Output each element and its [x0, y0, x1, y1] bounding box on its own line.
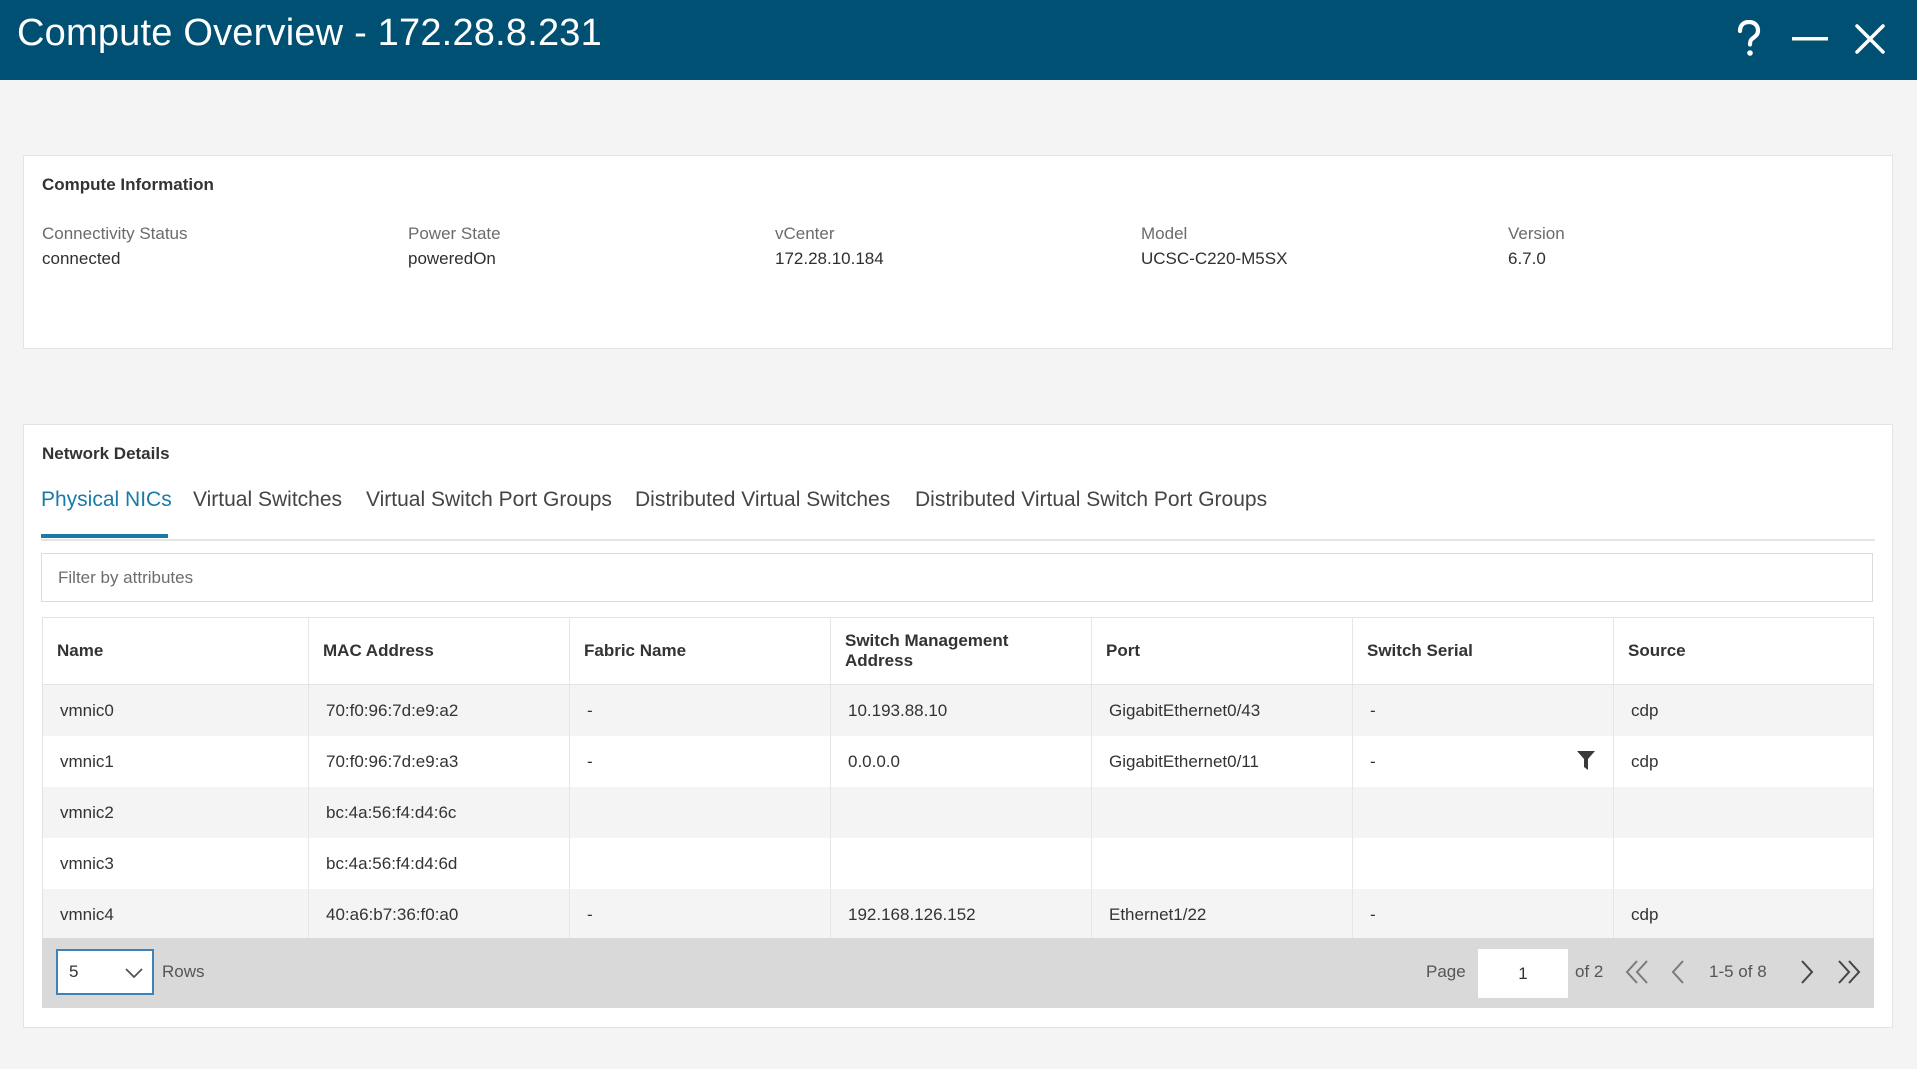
cell-switch-management-address: 0.0.0.0: [831, 736, 1092, 787]
cell-switch-management-address: [831, 838, 1092, 889]
table-row[interactable]: vmnic2 bc:4a:56:f4:d4:6c: [43, 787, 1873, 838]
cell-fabric-name: -: [570, 736, 831, 787]
info-label: Connectivity Status: [42, 224, 188, 243]
cell-name: vmnic3: [43, 838, 309, 889]
info-vcenter: vCenter 172.28.10.184: [775, 224, 884, 269]
next-page-icon[interactable]: [1792, 956, 1822, 988]
info-value: UCSC-C220-M5SX: [1141, 249, 1288, 268]
table-row[interactable]: vmnic3 bc:4a:56:f4:d4:6d: [43, 838, 1873, 889]
cell-switch-serial-with-filter: -: [1353, 736, 1614, 787]
cell-fabric-name: -: [570, 685, 831, 736]
cell-port: [1092, 838, 1353, 889]
filter-icon[interactable]: [1577, 751, 1595, 776]
cell-mac-address: 70:f0:96:7d:e9:a2: [309, 685, 570, 736]
title-bar: Compute Overview - 172.28.8.231: [0, 0, 1917, 80]
cell-switch-serial: -: [1370, 751, 1376, 771]
info-value: poweredOn: [408, 249, 496, 268]
cell-switch-management-address: [831, 787, 1092, 838]
rows-per-page-select[interactable]: 5: [56, 949, 154, 995]
cell-port: GigabitEthernet0/11: [1092, 736, 1353, 787]
cell-switch-management-address: 10.193.88.10: [831, 685, 1092, 736]
cell-fabric-name: -: [570, 889, 831, 940]
first-page-icon[interactable]: [1622, 956, 1652, 988]
table-header-row: Name MAC Address Fabric Name Switch Mana…: [43, 618, 1873, 685]
tab-virtual-switches[interactable]: Virtual Switches: [193, 488, 342, 512]
cell-source: cdp: [1631, 751, 1659, 771]
info-model: Model UCSC-C220-M5SX: [1141, 224, 1287, 269]
column-header-switch-management-address[interactable]: Switch Management Address: [831, 618, 1092, 684]
physical-nics-table: Name MAC Address Fabric Name Switch Mana…: [42, 617, 1874, 941]
active-tab-indicator: [41, 534, 168, 538]
cell-switch-serial: [1353, 787, 1614, 838]
close-icon[interactable]: [1845, 14, 1895, 64]
cell-port: [1092, 787, 1353, 838]
cell-mac-address: bc:4a:56:f4:d4:6c: [309, 787, 570, 838]
network-tabs: Physical NICs Virtual Switches Virtual S…: [41, 482, 1875, 541]
table-row[interactable]: vmnic1 70:f0:96:7d:e9:a3 - 0.0.0.0 Gigab…: [43, 736, 1873, 787]
info-label: vCenter: [775, 224, 835, 243]
column-header-port[interactable]: Port: [1092, 618, 1353, 684]
cell-mac-address: 70:f0:96:7d:e9:a3: [309, 736, 570, 787]
compute-information-card: [23, 155, 1893, 349]
tab-distributed-virtual-switches[interactable]: Distributed Virtual Switches: [635, 488, 890, 512]
page-number-input[interactable]: [1478, 949, 1568, 998]
cell-mac-address: 40:a6:b7:36:f0:a0: [309, 889, 570, 940]
info-value: connected: [42, 249, 121, 268]
cell-port: Ethernet1/22: [1092, 889, 1353, 940]
cell-source: [1614, 787, 1873, 838]
info-label: Model: [1141, 224, 1188, 243]
cell-switch-serial: [1353, 838, 1614, 889]
rows-per-page-value: 5: [69, 962, 79, 981]
cell-mac-address: bc:4a:56:f4:d4:6d: [309, 838, 570, 889]
cell-fabric-name: [570, 787, 831, 838]
column-header-name[interactable]: Name: [43, 618, 309, 684]
page-count-label: of 2: [1575, 962, 1604, 981]
cell-name: vmnic0: [43, 685, 309, 736]
cell-name: vmnic2: [43, 787, 309, 838]
cell-port: GigabitEthernet0/43: [1092, 685, 1353, 736]
info-connectivity-status: Connectivity Status connected: [42, 224, 188, 269]
cell-switch-management-address: 192.168.126.152: [831, 889, 1092, 940]
help-icon[interactable]: [1724, 14, 1774, 64]
chevron-down-icon: [125, 966, 143, 984]
cell-source: [1614, 838, 1873, 889]
cell-name: vmnic1: [43, 736, 309, 787]
cell-source: cdp: [1631, 904, 1659, 924]
info-power-state: Power State poweredOn: [408, 224, 501, 269]
column-header-mac-address[interactable]: MAC Address: [309, 618, 570, 684]
filter-input[interactable]: [41, 553, 1873, 602]
info-value: 6.7.0: [1508, 249, 1546, 268]
page-range-label: 1-5 of 8: [1709, 962, 1767, 981]
window-title: Compute Overview - 172.28.8.231: [17, 12, 602, 54]
minimize-icon[interactable]: [1785, 14, 1835, 64]
column-header-switch-serial[interactable]: Switch Serial: [1353, 618, 1614, 684]
cell-fabric-name: [570, 838, 831, 889]
network-details-title: Network Details: [42, 444, 170, 463]
tab-distributed-virtual-switch-port-groups[interactable]: Distributed Virtual Switch Port Groups: [915, 488, 1267, 512]
previous-page-icon[interactable]: [1663, 956, 1693, 988]
info-version: Version 6.7.0: [1508, 224, 1565, 269]
table-row[interactable]: vmnic0 70:f0:96:7d:e9:a2 - 10.193.88.10 …: [43, 685, 1873, 736]
info-label: Version: [1508, 224, 1565, 243]
last-page-icon[interactable]: [1834, 956, 1864, 988]
tab-virtual-switch-port-groups[interactable]: Virtual Switch Port Groups: [366, 488, 612, 512]
compute-information-title: Compute Information: [42, 175, 214, 194]
rows-label: Rows: [162, 962, 205, 981]
cell-source: cdp: [1631, 700, 1659, 720]
page-label: Page: [1426, 962, 1466, 981]
info-label: Power State: [408, 224, 501, 243]
column-header-fabric-name[interactable]: Fabric Name: [570, 618, 831, 684]
pagination-bar: 5 Rows Page of 2 1-5 of 8: [42, 938, 1874, 1008]
cell-name: vmnic4: [43, 889, 309, 940]
tab-physical-nics[interactable]: Physical NICs: [41, 488, 172, 512]
cell-switch-serial: -: [1353, 685, 1614, 736]
cell-switch-serial: -: [1353, 889, 1614, 940]
info-value: 172.28.10.184: [775, 249, 884, 268]
column-header-source[interactable]: Source: [1614, 618, 1873, 684]
table-row[interactable]: vmnic4 40:a6:b7:36:f0:a0 - 192.168.126.1…: [43, 889, 1873, 940]
